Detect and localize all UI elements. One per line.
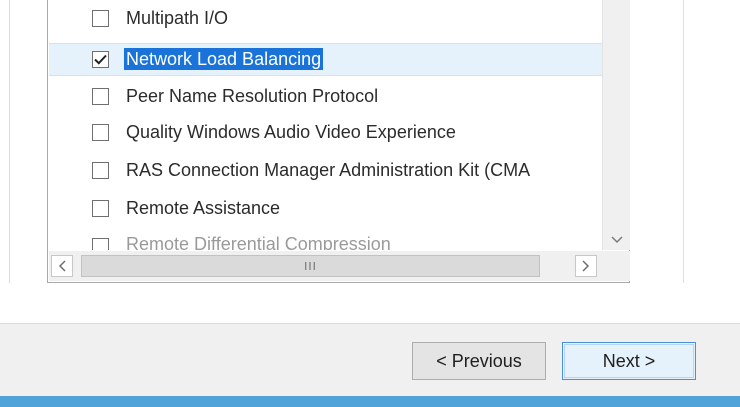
list-item-label: Quality Windows Audio Video Experience — [126, 122, 456, 142]
list-item-label: Peer Name Resolution Protocol — [126, 86, 379, 106]
features-list: Multipath I/O Network Load Balancing Pee… — [49, 0, 630, 250]
scrollbar-corner — [602, 251, 630, 281]
checkbox[interactable] — [92, 124, 109, 141]
next-button[interactable]: Next > — [562, 342, 696, 380]
horizontal-scrollbar[interactable]: III — [49, 251, 602, 281]
grip-icon: III — [304, 259, 317, 273]
checkbox[interactable] — [92, 88, 109, 105]
right-divider — [683, 0, 684, 283]
list-item-partial[interactable]: Remote Differential Compression — [49, 232, 602, 250]
checkbox-checked[interactable] — [92, 51, 109, 68]
chevron-down-icon[interactable] — [603, 229, 630, 250]
checkbox[interactable] — [92, 10, 109, 27]
chevron-right-icon[interactable] — [575, 255, 597, 277]
features-listbox[interactable]: Multipath I/O Network Load Balancing Pee… — [47, 0, 630, 283]
chevron-left-icon[interactable] — [51, 255, 73, 277]
vertical-scrollbar[interactable] — [602, 0, 630, 250]
list-item-label: RAS Connection Manager Administration Ki… — [126, 160, 531, 180]
list-item-remote-assistance[interactable]: Remote Assistance — [49, 193, 602, 224]
left-divider — [9, 0, 10, 283]
wizard-footer: < Previous Next > — [0, 323, 740, 396]
list-item-multipath-io[interactable]: Multipath I/O — [49, 3, 602, 34]
checkbox[interactable] — [92, 238, 109, 250]
checkbox[interactable] — [92, 162, 109, 179]
list-item-network-load-balancing[interactable]: Network Load Balancing — [49, 43, 603, 76]
dialog-content-area: Multipath I/O Network Load Balancing Pee… — [0, 0, 740, 323]
checkmark-icon — [94, 54, 107, 65]
scroll-thumb[interactable]: III — [81, 255, 540, 277]
accent-strip — [0, 396, 740, 407]
list-item-quality-windows-audio[interactable]: Quality Windows Audio Video Experience — [49, 117, 602, 148]
checkbox[interactable] — [92, 200, 109, 217]
list-item-label-selected: Network Load Balancing — [124, 48, 324, 70]
list-item-label: Remote Assistance — [126, 198, 281, 218]
list-item-ras-connection-manager[interactable]: RAS Connection Manager Administration Ki… — [49, 155, 602, 186]
list-item-label: Remote Differential Compression — [126, 234, 391, 250]
list-item-peer-name-resolution[interactable]: Peer Name Resolution Protocol — [49, 81, 602, 112]
list-item-label: Multipath I/O — [126, 8, 229, 28]
previous-button[interactable]: < Previous — [412, 342, 546, 380]
